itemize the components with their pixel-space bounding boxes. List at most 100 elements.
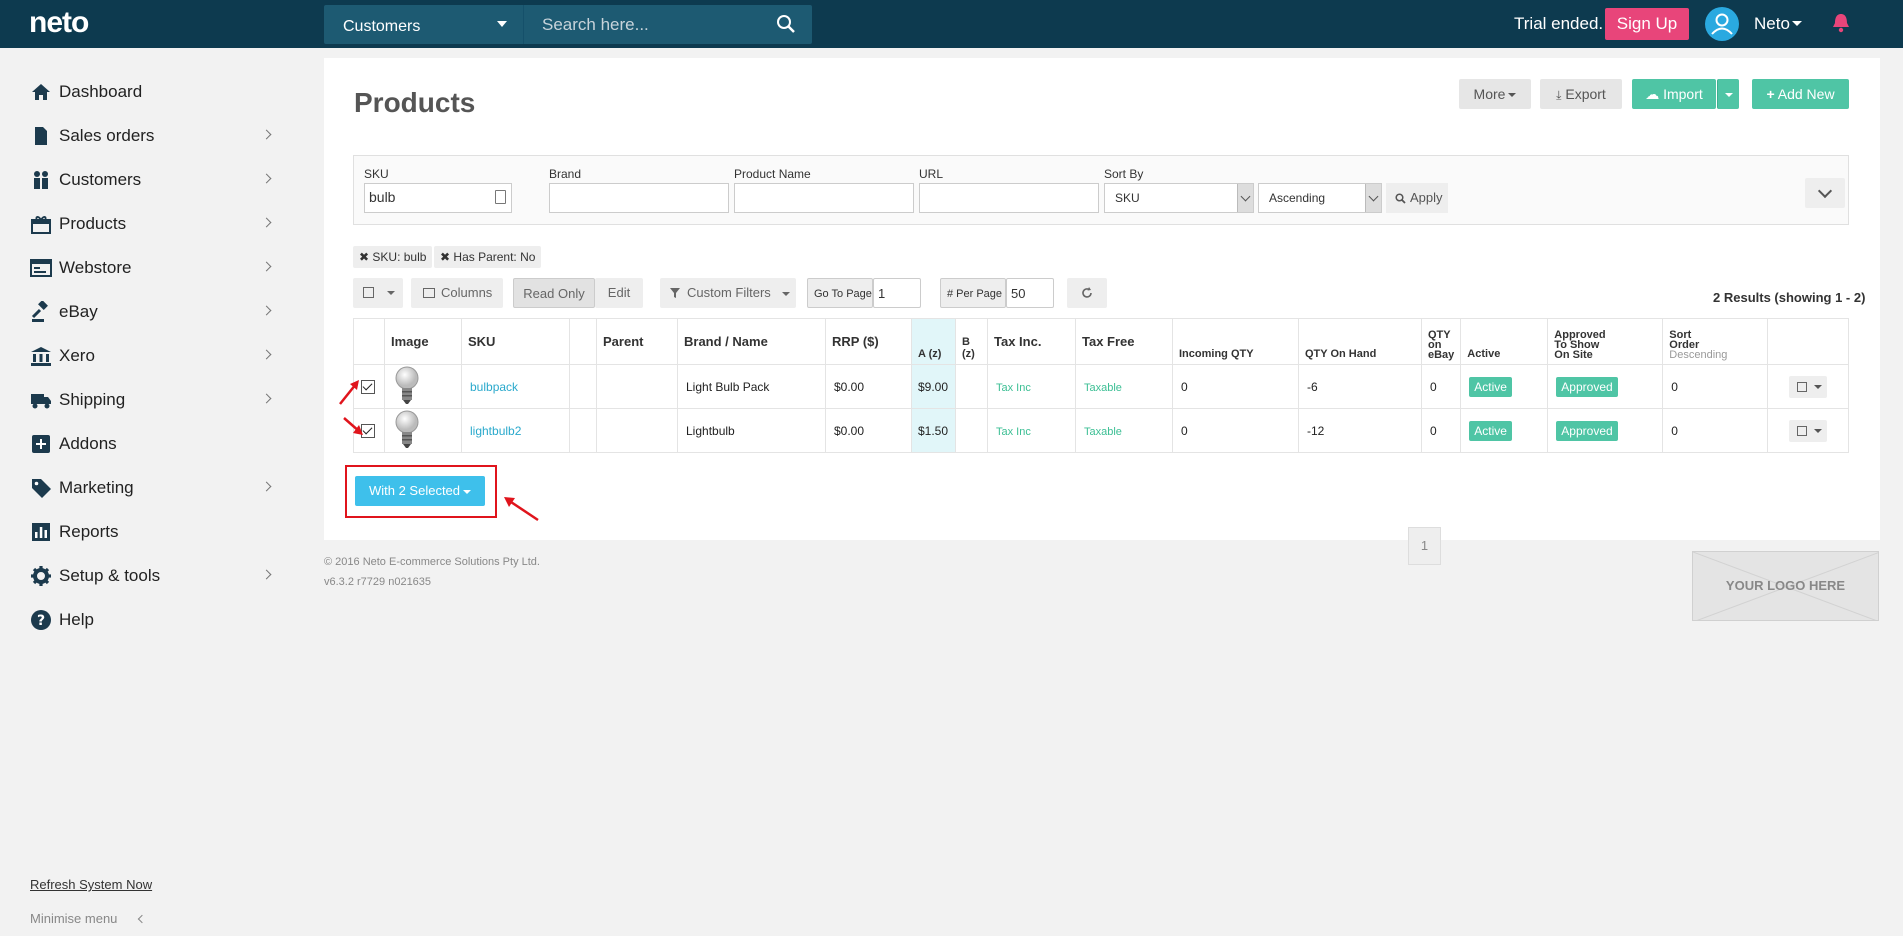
approved-badge: Approved: [1556, 420, 1618, 441]
sidebar-item-setup-tools[interactable]: Setup & tools: [30, 561, 280, 591]
add-new-button[interactable]: + Add New: [1752, 79, 1849, 109]
search-input[interactable]: [542, 14, 762, 36]
neto-logo[interactable]: neto: [29, 6, 89, 40]
col-price-b-line1: B: [962, 336, 970, 348]
sku-filter-input[interactable]: bulb: [364, 183, 512, 213]
sidebar-item-products[interactable]: Products: [30, 209, 280, 239]
per-page-input[interactable]: 50: [1006, 278, 1054, 308]
edit-toggle[interactable]: Edit: [595, 278, 643, 308]
sidebar-item-marketing[interactable]: Marketing: [30, 473, 280, 503]
read-only-toggle[interactable]: Read Only: [513, 278, 595, 308]
sort-by-select[interactable]: SKU: [1104, 183, 1254, 213]
caret-down-icon: [387, 291, 395, 295]
col-qty-ebay[interactable]: QTY on eBay: [1420, 318, 1462, 365]
sidebar-item-customers[interactable]: Customers: [30, 165, 280, 195]
tax-inc-cell[interactable]: Tax Inc: [987, 364, 1076, 409]
sort-order-value: Ascending: [1269, 191, 1326, 205]
url-label: URL: [919, 167, 944, 181]
annotation-arrow-icon: [339, 380, 359, 405]
sidebar-item-shipping[interactable]: Shipping: [30, 385, 280, 415]
col-image[interactable]: Image: [384, 318, 462, 365]
refresh-system-link[interactable]: Refresh System Now: [30, 877, 152, 892]
import-dropdown-button[interactable]: [1717, 79, 1739, 109]
user-menu[interactable]: Neto: [1754, 14, 1790, 34]
sidebar-item-sales-orders[interactable]: Sales orders: [30, 121, 280, 151]
refresh-button[interactable]: [1067, 278, 1107, 308]
apply-button[interactable]: Apply: [1386, 183, 1448, 213]
col-approved[interactable]: Approved To Show On Site: [1547, 318, 1664, 365]
sidebar-item-ebay[interactable]: eBay: [30, 297, 280, 327]
tax-inc-link[interactable]: Tax Inc: [996, 426, 1031, 438]
col-tax-free[interactable]: Tax Free: [1075, 318, 1173, 365]
sidebar-item-addons[interactable]: Addons: [30, 429, 280, 459]
tax-free-link[interactable]: Taxable: [1084, 426, 1122, 438]
custom-filters-button[interactable]: Custom Filters: [660, 278, 796, 308]
col-brand-name[interactable]: Brand / Name: [677, 318, 826, 365]
sidebar-item-xero[interactable]: Xero: [30, 341, 280, 371]
url-filter-input[interactable]: [919, 183, 1099, 213]
sku-cell[interactable]: lightbulb2: [461, 408, 570, 453]
avatar[interactable]: [1705, 7, 1739, 41]
sidebar-item-dashboard[interactable]: Dashboard: [30, 77, 280, 107]
filter-icon: [670, 288, 680, 298]
go-to-page-input[interactable]: 1: [873, 278, 921, 308]
sidebar-item-webstore[interactable]: Webstore: [30, 253, 280, 283]
col-price-a[interactable]: A (z): [911, 318, 956, 365]
sort-order-select[interactable]: Ascending: [1258, 183, 1382, 213]
row-checkbox[interactable]: [361, 379, 375, 394]
add-new-label: Add New: [1777, 86, 1835, 102]
pagination-page[interactable]: 1: [1408, 527, 1441, 565]
col-incoming-qty[interactable]: Incoming QTY: [1172, 318, 1299, 365]
more-button[interactable]: More: [1459, 79, 1531, 109]
col-qty-on-hand[interactable]: QTY On Hand: [1298, 318, 1422, 365]
sku-link[interactable]: bulbpack: [470, 380, 518, 394]
price-a-cell: $9.00: [911, 364, 956, 409]
search-scope-select[interactable]: Customers: [324, 5, 524, 44]
columns-button[interactable]: Columns: [411, 278, 503, 308]
close-icon[interactable]: ✖: [359, 250, 369, 264]
tax-inc-cell[interactable]: Tax Inc: [987, 408, 1076, 453]
sku-link[interactable]: lightbulb2: [470, 424, 521, 438]
signup-button[interactable]: Sign Up: [1605, 8, 1689, 40]
filter-tag-has-parent[interactable]: ✖ Has Parent: No: [434, 246, 542, 268]
gift-icon: [31, 216, 51, 234]
close-icon[interactable]: ✖: [440, 250, 450, 264]
select-all-dropdown[interactable]: [353, 278, 403, 308]
sidebar-item-help[interactable]: ? Help: [30, 605, 280, 635]
lightbulb-image[interactable]: [393, 409, 421, 449]
tax-free-link[interactable]: Taxable: [1084, 382, 1122, 394]
edit-label: Edit: [607, 285, 631, 300]
qty-on-hand-cell: -12: [1298, 408, 1422, 453]
col-sort-order[interactable]: Sort Order Descending: [1662, 318, 1769, 365]
trial-status: Trial ended.: [1514, 14, 1604, 33]
import-button[interactable]: ☁ Import: [1632, 79, 1716, 109]
col-sku[interactable]: SKU: [461, 318, 570, 365]
col-active[interactable]: Active: [1460, 318, 1549, 365]
col-price-b[interactable]: B (z): [955, 318, 988, 365]
sidebar-item-reports[interactable]: Reports: [30, 517, 280, 547]
export-button[interactable]: ⤓ Export: [1540, 79, 1622, 109]
table-row: bulbpack Light Bulb Pack $0.00 $9.00 Tax…: [353, 364, 1849, 409]
rrp-cell: $0.00: [825, 408, 912, 453]
sku-cell[interactable]: bulbpack: [461, 364, 570, 409]
tax-free-cell[interactable]: Taxable: [1075, 408, 1173, 453]
brand-filter-input[interactable]: [549, 183, 729, 213]
tax-inc-link[interactable]: Tax Inc: [996, 382, 1031, 394]
filter-tag-sku[interactable]: ✖ SKU: bulb: [353, 246, 433, 268]
refresh-icon: [1082, 287, 1092, 298]
minimise-menu-link[interactable]: Minimise menu: [30, 911, 117, 926]
home-icon: [32, 84, 50, 100]
col-parent[interactable]: Parent: [596, 318, 678, 365]
tax-free-cell[interactable]: Taxable: [1075, 364, 1173, 409]
row-edit-dropdown[interactable]: [1789, 419, 1828, 442]
lightbulb-image[interactable]: [393, 365, 421, 405]
col-rrp[interactable]: RRP ($): [825, 318, 912, 365]
sidebar-item-label: Xero: [59, 346, 95, 365]
expand-filters-button[interactable]: [1805, 178, 1845, 208]
bell-icon[interactable]: [1832, 13, 1850, 33]
search-icon[interactable]: [776, 14, 796, 34]
row-edit-dropdown[interactable]: [1789, 375, 1828, 398]
col-tax-inc[interactable]: Tax Inc.: [987, 318, 1076, 365]
product-name-filter-input[interactable]: [734, 183, 914, 213]
caret-down-icon: [1814, 428, 1823, 433]
